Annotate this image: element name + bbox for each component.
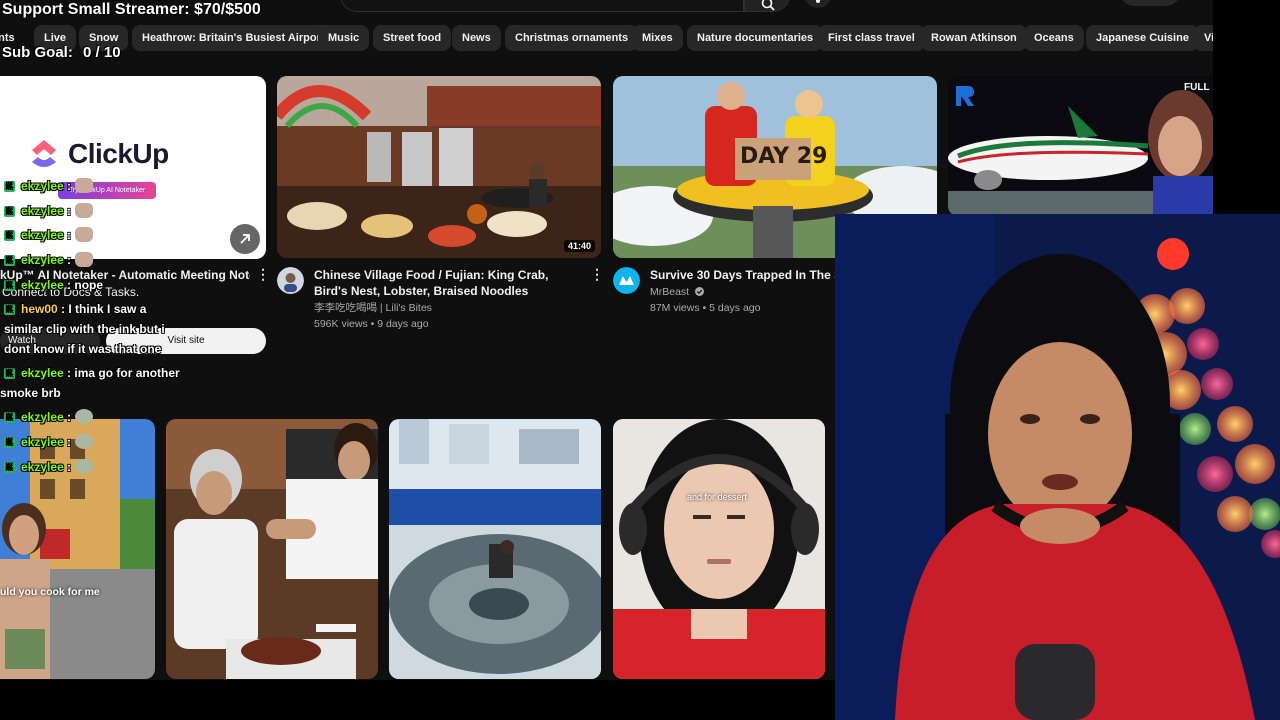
channel-name[interactable]: 李李吃吃喝喝 | Lili's Bites (314, 300, 432, 316)
video-thumbnail[interactable]: 41:40 (277, 76, 601, 258)
channel-logo (956, 86, 974, 106)
cat-emote-icon (75, 203, 94, 218)
chat-username: ekzylee (21, 253, 64, 267)
search-button[interactable] (744, 0, 790, 12)
kick-badge-icon: K (4, 280, 15, 291)
kick-badge-icon: K (4, 412, 15, 423)
chip-music[interactable]: Music (318, 25, 370, 51)
channel-row: MrBeast (650, 284, 705, 300)
chat-message: Kekzylee : nope (4, 275, 103, 295)
chat-message: Khew00 : I think I saw a (4, 299, 146, 319)
channel-avatar[interactable] (277, 267, 304, 294)
search-input[interactable] (340, 0, 744, 12)
video-thumbnail[interactable]: FULL (948, 76, 1213, 216)
sign-text: DAY 29 (740, 144, 828, 169)
short-thumbnail[interactable]: and for dessert (613, 419, 825, 679)
chat-text: I think I saw a (68, 302, 147, 316)
cat-emote-icon (75, 252, 94, 267)
video-title[interactable]: Chinese Village Food / Fujian: King Crab… (314, 267, 582, 299)
chat-message: Kekzylee : (4, 225, 94, 245)
chip-more[interactable]: Vi (1194, 25, 1213, 51)
chip-rowan-atkinson[interactable]: Rowan Atkinson (921, 25, 1027, 51)
thumbnail-image (277, 76, 601, 258)
chat-message: Kekzylee : (4, 407, 94, 427)
chat-text: similar clip with the ink but i (4, 322, 165, 336)
full-badge: FULL (1184, 82, 1210, 93)
more-vert-icon[interactable]: ⋮ (256, 266, 270, 283)
cat-emote-icon (75, 178, 94, 193)
chat-username: ekzylee (21, 204, 64, 218)
chip-oceans[interactable]: Oceans (1024, 25, 1084, 51)
chip-japanese-cuisine[interactable]: Japanese Cuisine (1086, 25, 1199, 51)
short-card[interactable]: and for dessert (613, 419, 825, 679)
right-strip (1213, 0, 1280, 214)
chat-message: Kekzylee : (4, 201, 94, 221)
chat-message: Kekzylee : (4, 176, 94, 196)
chat-message: Kekzylee : ima go for another (4, 363, 180, 383)
chat-username: ekzylee (21, 179, 64, 193)
chip-mixes[interactable]: Mixes (632, 25, 683, 51)
channel-avatar[interactable] (613, 267, 640, 294)
more-vert-icon[interactable]: ⋮ (590, 266, 604, 283)
chat-message-continued: dont know if it was that one (4, 339, 161, 359)
video-card[interactable]: 41:40 Chinese Village Food / Fujian: Kin… (277, 76, 604, 336)
short-caption: uld you cook for me (0, 586, 100, 598)
kick-badge-icon: K (4, 462, 15, 473)
short-caption: and for dessert (687, 492, 748, 502)
short-thumbnail[interactable] (389, 419, 601, 679)
thumbnail-image (389, 419, 601, 679)
duration-badge: 41:40 (563, 240, 595, 252)
chat-message-continued: smoke brb (0, 383, 61, 403)
leaf-emote-icon (75, 459, 94, 474)
chip-christmas-ornaments[interactable]: Christmas ornaments (505, 25, 639, 51)
chat-text: smoke brb (0, 386, 61, 400)
channel-name[interactable]: MrBeast (650, 286, 689, 298)
kick-badge-icon: K (4, 230, 15, 241)
chat-username: ekzylee (21, 366, 64, 380)
cat-emote-icon (75, 227, 94, 242)
chip-first-class-travel[interactable]: First class travel (818, 25, 925, 51)
chat-text: nope (74, 278, 104, 292)
verified-icon (695, 287, 705, 296)
chat-message: Kekzylee : (4, 457, 94, 477)
kick-badge-icon: K (4, 304, 15, 315)
mic-button[interactable] (804, 0, 832, 8)
kick-badge-icon: K (4, 206, 15, 217)
video-stats: 87M views • 5 days ago (650, 302, 761, 314)
video-stats: 596K views • 9 days ago (314, 318, 429, 330)
chat-text: dont know if it was that one (4, 342, 162, 356)
kick-badge-icon: K (4, 255, 15, 266)
chat-message: Kekzylee : (4, 432, 94, 452)
leaf-emote-icon (75, 434, 94, 449)
external-link-icon (240, 234, 250, 244)
search-icon (761, 0, 775, 11)
chat-overlay: Kekzylee : Kekzylee : Kekzylee : Kekzyle… (0, 0, 240, 500)
leaf-emote-icon (75, 409, 94, 424)
create-button[interactable] (1120, 0, 1180, 6)
chat-username: ekzylee (21, 228, 64, 242)
chip-street-food[interactable]: Street food (373, 25, 452, 51)
short-card[interactable] (389, 419, 601, 679)
thumbnail-image (613, 419, 825, 679)
thumbnail-image (948, 76, 1213, 216)
chat-text: ima go for another (74, 366, 180, 380)
video-title[interactable]: Survive 30 Days Trapped In The Sky (650, 267, 836, 283)
webcam-image (835, 214, 1280, 720)
chat-username: ekzylee (21, 410, 64, 424)
mic-icon (816, 0, 820, 3)
chat-message: Kekzylee : (4, 250, 94, 270)
chat-message-continued: similar clip with the ink but i (4, 319, 165, 339)
video-card[interactable]: FULL (948, 76, 1213, 216)
chat-username: ekzylee (21, 460, 64, 474)
chat-username: ekzylee (21, 278, 64, 292)
webcam-feed (835, 214, 1280, 720)
chat-username: ekzylee (21, 435, 64, 449)
chip-news[interactable]: News (452, 25, 501, 51)
kick-badge-icon: K (4, 181, 15, 192)
chip-nature-documentaries[interactable]: Nature documentaries (687, 25, 824, 51)
chat-username: hew00 (21, 302, 58, 316)
kick-badge-icon: K (4, 368, 15, 379)
kick-badge-icon: K (4, 437, 15, 448)
